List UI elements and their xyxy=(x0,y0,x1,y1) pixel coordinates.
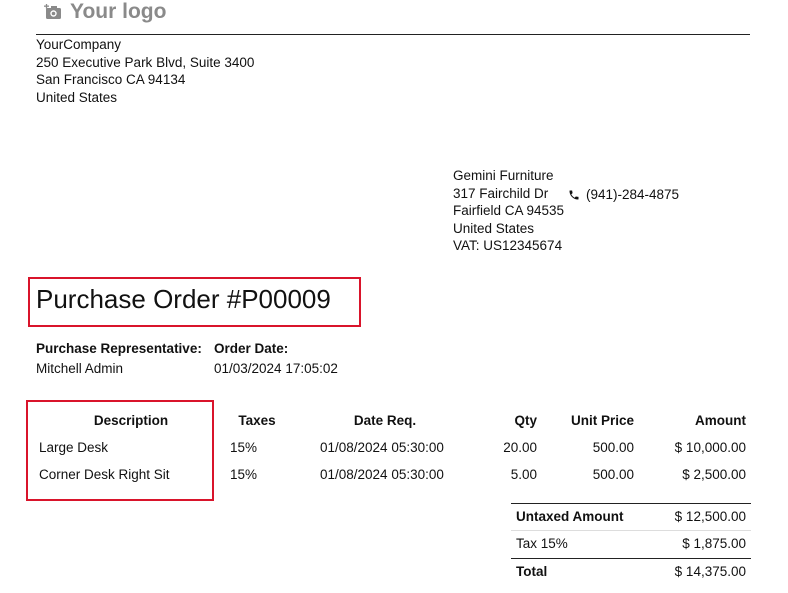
header-unit-price: Unit Price xyxy=(570,413,634,428)
vendor-phone: (941)-284-4875 xyxy=(568,186,679,204)
row-description: Large Desk xyxy=(39,440,109,455)
totals-divider-bottom xyxy=(511,558,751,559)
page-title: Purchase Order #P00009 xyxy=(36,284,331,314)
camera-plus-icon xyxy=(44,4,61,19)
company-logo: Your logo xyxy=(44,0,166,24)
rep-value: Mitchell Admin xyxy=(36,361,124,376)
row-date: 01/08/2024 05:30:00 xyxy=(320,440,444,455)
row-date: 01/08/2024 05:30:00 xyxy=(320,467,444,482)
untaxed-label: Untaxed Amount xyxy=(516,509,624,524)
company-name: YourCompany xyxy=(36,37,122,52)
header-description: Description xyxy=(93,413,169,428)
header-divider xyxy=(36,34,750,35)
total-value: $ 14,375.00 xyxy=(674,564,746,579)
tax-label: Tax 15% xyxy=(516,536,568,551)
vendor-vat: VAT: US12345674 xyxy=(453,238,563,253)
vendor-phone-text: (941)-284-4875 xyxy=(586,187,680,202)
order-date-value: 01/03/2024 17:05:02 xyxy=(214,361,338,376)
totals-divider-mid xyxy=(511,530,751,531)
vendor-address: Gemini Furniture 317 Fairchild Dr Fairfi… xyxy=(453,167,564,255)
row-taxes: 15% xyxy=(230,467,258,482)
company-street: 250 Executive Park Blvd, Suite 3400 xyxy=(36,54,255,70)
header-taxes: Taxes xyxy=(238,413,276,428)
rep-label: Purchase Representative: xyxy=(36,341,202,356)
row-description: Corner Desk Right Sit xyxy=(39,467,170,482)
company-address: YourCompany 250 Executive Park Blvd, Sui… xyxy=(36,36,254,106)
row-amount: $ 10,000.00 xyxy=(674,440,746,455)
row-qty: 20.00 xyxy=(503,440,537,455)
phone-icon xyxy=(569,190,579,200)
header-amount: Amount xyxy=(695,413,746,428)
vendor-city: Fairfield CA 94535 xyxy=(453,203,565,218)
row-unit-price: 500.00 xyxy=(592,440,634,455)
header-date: Date Req. xyxy=(353,413,417,428)
totals-divider-top xyxy=(511,503,751,504)
vendor-name: Gemini Furniture xyxy=(453,168,554,183)
total-label: Total xyxy=(516,564,548,579)
header-qty: Qty xyxy=(514,413,537,428)
vendor-country: United States xyxy=(453,220,535,236)
row-unit-price: 500.00 xyxy=(592,467,634,482)
untaxed-value: $ 12,500.00 xyxy=(674,509,746,524)
order-date-label: Order Date: xyxy=(214,341,289,356)
row-qty: 5.00 xyxy=(510,467,537,482)
company-city: San Francisco CA 94134 xyxy=(36,72,186,87)
logo-text: Your logo xyxy=(70,0,167,23)
row-amount: $ 2,500.00 xyxy=(682,467,746,482)
company-country: United States xyxy=(36,89,118,105)
row-taxes: 15% xyxy=(230,440,258,455)
tax-value: $ 1,875.00 xyxy=(682,536,746,551)
vendor-street: 317 Fairchild Dr xyxy=(453,185,549,201)
